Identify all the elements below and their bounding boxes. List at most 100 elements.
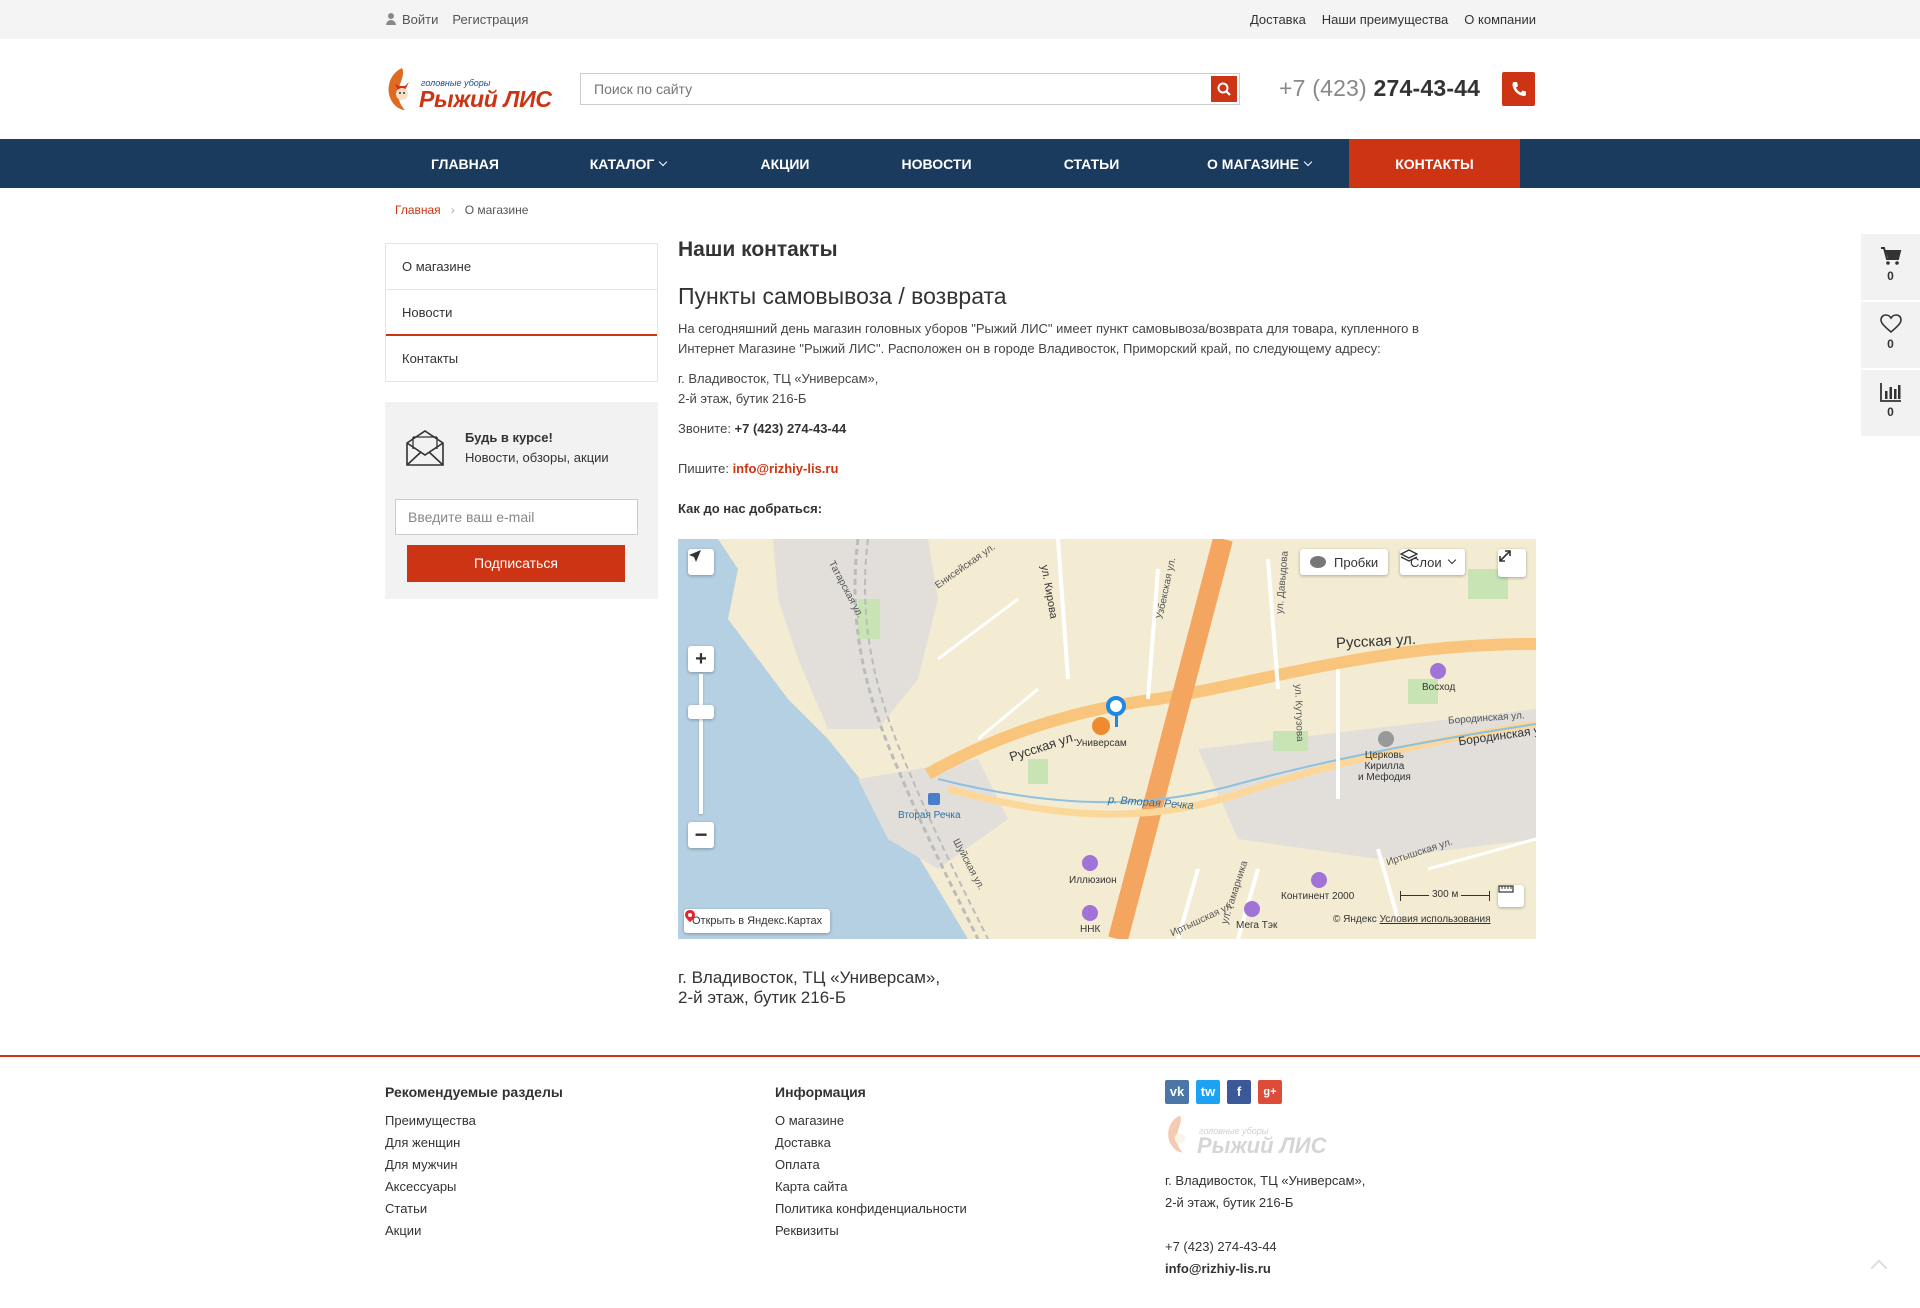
call-phone[interactable]: +7 (423) 274-43-44 <box>735 421 847 436</box>
user-icon <box>385 13 397 25</box>
footer-link[interactable]: Для мужчин <box>385 1157 563 1179</box>
footer-email[interactable]: info@rizhiy-lis.ru <box>1165 1258 1365 1280</box>
compare-widget[interactable]: 0 <box>1861 370 1920 436</box>
ruler-icon <box>1498 885 1514 893</box>
zoom-in-button[interactable]: + <box>688 646 714 672</box>
footer-phone[interactable]: +7 (423) 274-43-44 <box>1165 1236 1365 1258</box>
poi-kontinent: Континент 2000 <box>1281 891 1355 902</box>
envelope-icon <box>406 430 444 466</box>
phone-icon <box>1512 82 1526 96</box>
fox-icon <box>388 68 409 110</box>
footer-link[interactable]: Доставка <box>775 1135 967 1157</box>
expand-icon <box>1499 550 1511 562</box>
side-menu-news[interactable]: Новости <box>386 290 657 336</box>
nav-news[interactable]: Новости <box>859 139 1014 188</box>
nav-catalog[interactable]: Каталог <box>545 139 711 188</box>
poi-church: Церковь Кирилла и Мефодия <box>1358 750 1411 783</box>
map-label-kutuzova: ул. Кутузова <box>1292 684 1306 742</box>
open-in-yandex-button[interactable]: Открыть в Яндекс.Картах <box>684 909 831 933</box>
poi-universam: Универсам <box>1076 738 1127 749</box>
fox-icon <box>1168 1115 1186 1153</box>
fullscreen-button[interactable] <box>1498 549 1526 577</box>
search-input[interactable] <box>581 74 1209 104</box>
email-link[interactable]: info@rizhiy-lis.ru <box>733 461 839 476</box>
facebook-icon[interactable]: f <box>1227 1080 1251 1104</box>
subscribe-block: Будь в курсе! Новости, обзоры, акции Вве… <box>385 402 658 599</box>
chevron-down-icon <box>1303 157 1313 166</box>
site-logo[interactable]: головные уборы Рыжий ЛИС <box>385 64 560 114</box>
ruler-button[interactable] <box>1498 885 1524 907</box>
fuel-icon <box>1082 905 1098 921</box>
church-icon <box>1378 731 1394 747</box>
footer-link[interactable]: Статьи <box>385 1201 563 1223</box>
store-icon <box>1244 901 1260 917</box>
zoom-slider-track[interactable] <box>699 674 703 814</box>
intro-text: На сегодняшний день магазин головных убо… <box>678 321 1419 356</box>
footer-col-info: Информация О магазине Доставка Оплата Ка… <box>775 1084 967 1245</box>
map-attribution: © Яндекс Условия использования <box>1333 914 1491 925</box>
section-title: Пункты самовывоза / возврата <box>678 283 1007 309</box>
header-phone: +7 (423) 274-43-44 <box>1279 75 1481 101</box>
entertainment-icon <box>1082 855 1098 871</box>
location-pin-icon[interactable] <box>1106 696 1126 716</box>
heart-icon <box>1879 314 1902 334</box>
subscribe-email-input[interactable]: Введите ваш e-mail <box>395 499 638 535</box>
cart-widget[interactable]: 0 <box>1861 234 1920 300</box>
chevron-down-icon <box>1447 555 1456 565</box>
scroll-top-icon[interactable] <box>1870 1259 1888 1277</box>
nav-sales[interactable]: Акции <box>711 139 859 188</box>
compare-count: 0 <box>1887 405 1894 419</box>
station-icon <box>928 793 940 805</box>
location-pin-stem <box>1115 715 1118 727</box>
breadcrumb-home[interactable]: Главная <box>395 203 441 217</box>
call-line: Звоните: +7 (423) 274-43-44 <box>678 421 847 436</box>
layers-button[interactable]: Слои <box>1400 549 1465 575</box>
google-plus-icon[interactable]: g+ <box>1258 1080 1282 1104</box>
layers-icon <box>1400 549 1418 562</box>
footer-link[interactable]: Акции <box>385 1223 563 1245</box>
callback-button[interactable] <box>1502 72 1535 106</box>
nav-about[interactable]: О магазине <box>1169 139 1349 188</box>
breadcrumb-current: О магазине <box>464 203 529 217</box>
page-title: Наши контакты <box>678 238 838 261</box>
footer-divider <box>0 1055 1920 1057</box>
zoom-out-button[interactable]: − <box>688 822 714 848</box>
address-text: г. Владивосток, ТЦ «Универсам», 2-й этаж… <box>678 371 879 406</box>
side-menu-about[interactable]: О магазине <box>386 244 657 290</box>
top-link-about[interactable]: О компании <box>1464 12 1536 27</box>
footer-link[interactable]: Оплата <box>775 1157 967 1179</box>
footer-link[interactable]: Для женщин <box>385 1135 563 1157</box>
nav-articles[interactable]: Статьи <box>1014 139 1169 188</box>
side-menu-contacts[interactable]: Контакты <box>386 336 657 382</box>
nav-contacts[interactable]: Контакты <box>1349 139 1520 188</box>
geolocation-button[interactable] <box>688 549 714 575</box>
footer-link[interactable]: Преимущества <box>385 1113 563 1135</box>
footer-link[interactable]: Аксессуары <box>385 1179 563 1201</box>
login-link[interactable]: Войти <box>385 12 438 27</box>
bar-chart-icon <box>1879 383 1901 402</box>
mall-icon <box>1311 872 1327 888</box>
vk-icon[interactable]: vk <box>1165 1080 1189 1104</box>
yandex-map[interactable]: Русская ул. Русская ул. ул. Кирова Енисе… <box>678 539 1536 939</box>
favorites-widget[interactable]: 0 <box>1861 302 1920 368</box>
footer-link[interactable]: Политика конфиденциальности <box>775 1201 967 1223</box>
footer-col-title: Информация <box>775 1084 866 1100</box>
footer-link[interactable]: О магазине <box>775 1113 967 1135</box>
subscribe-button[interactable]: Подписаться <box>407 545 625 582</box>
footer-logo: головные уборы Рыжий ЛИС <box>1165 1112 1340 1158</box>
twitter-icon[interactable]: tw <box>1196 1080 1220 1104</box>
footer-link[interactable]: Карта сайта <box>775 1179 967 1201</box>
register-link[interactable]: Регистрация <box>452 12 528 27</box>
traffic-button[interactable]: Пробки <box>1300 549 1389 575</box>
footer-link[interactable]: Реквизиты <box>775 1223 967 1245</box>
search-button[interactable] <box>1211 76 1237 102</box>
cinema-icon <box>1430 663 1446 679</box>
top-link-delivery[interactable]: Доставка <box>1250 12 1306 27</box>
map-terms-link[interactable]: Условия использования <box>1380 914 1491 925</box>
main-nav: Главная Каталог Акции Новости Статьи О м… <box>0 139 1920 188</box>
top-link-advantages[interactable]: Наши преимущества <box>1322 12 1449 27</box>
cart-count: 0 <box>1887 269 1894 283</box>
subscribe-title: Будь в курсе! <box>465 430 553 445</box>
nav-home[interactable]: Главная <box>385 139 545 188</box>
zoom-slider-handle[interactable] <box>688 705 714 719</box>
